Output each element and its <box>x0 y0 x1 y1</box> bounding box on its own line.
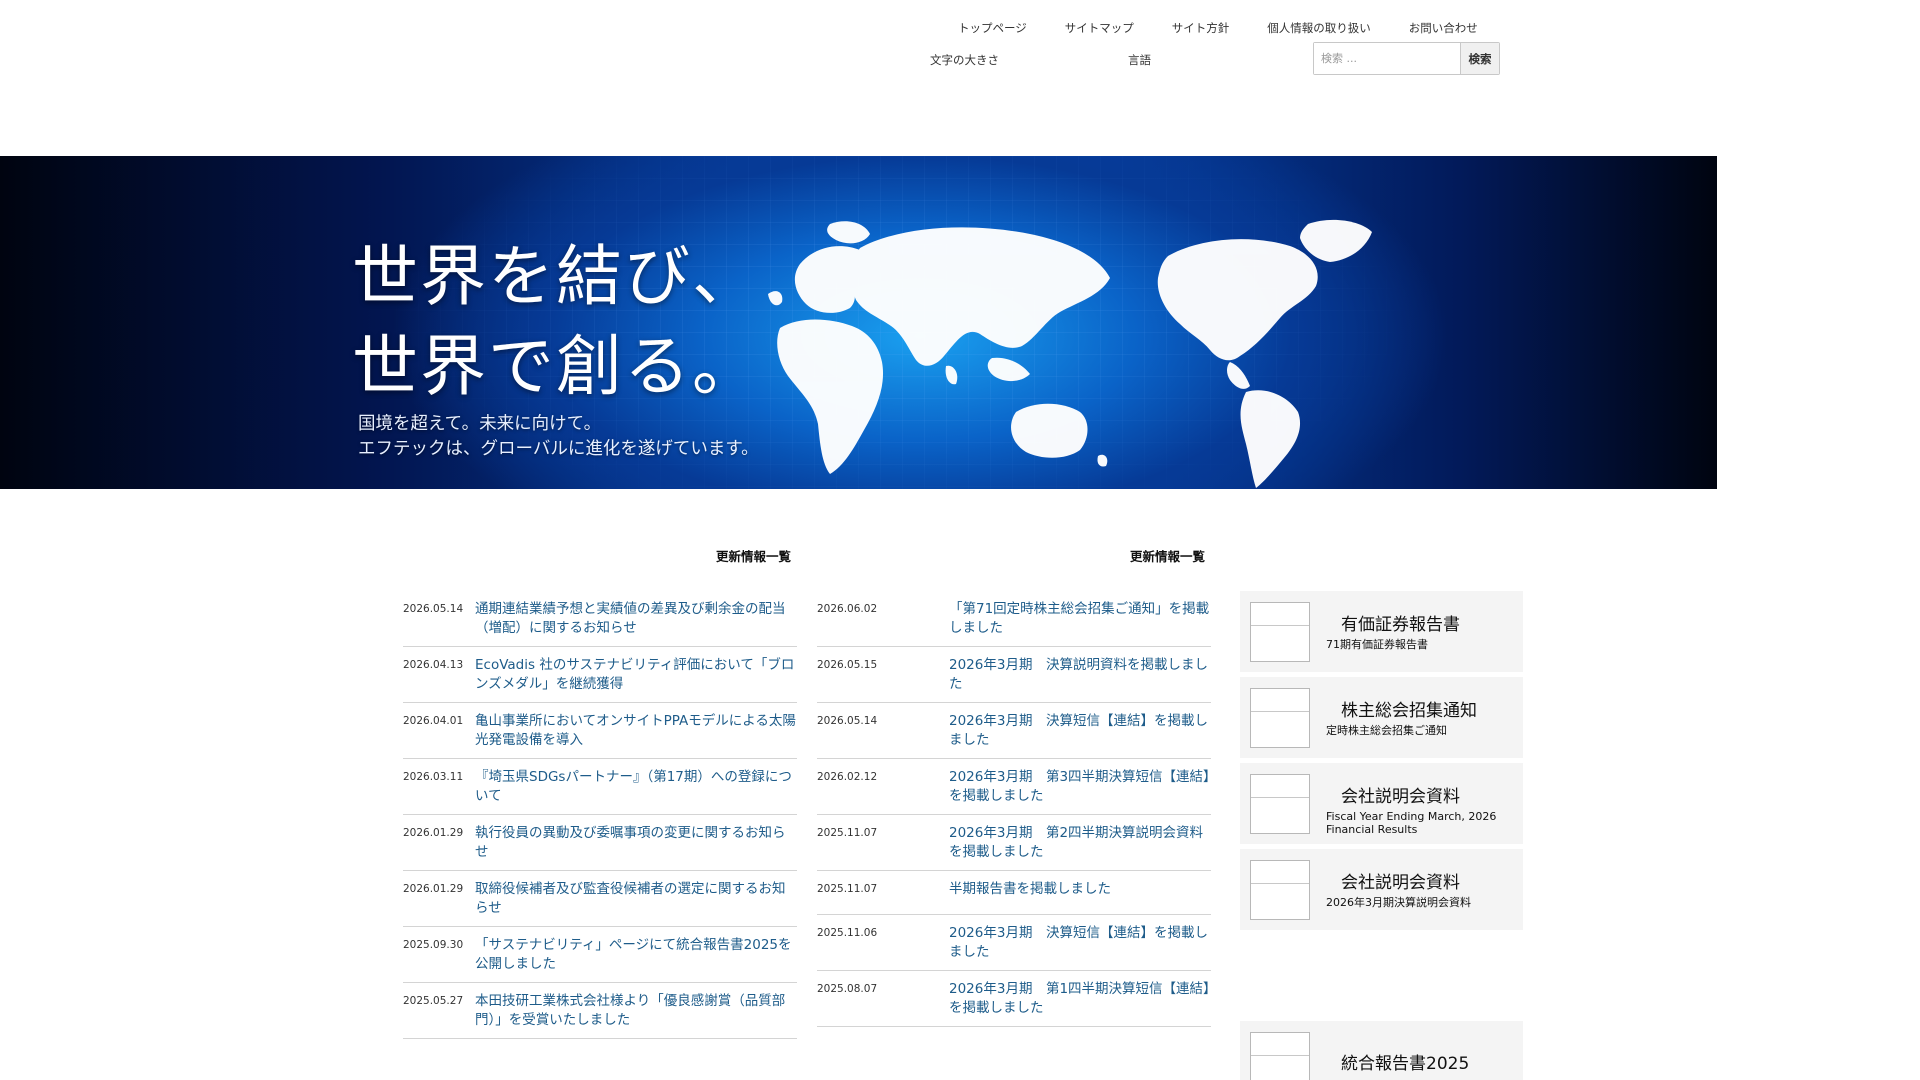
news-list-left: 2026.05.14 通期連結業績予想と実績値の差異及び剰余金の配当（増配）に関… <box>403 591 797 1039</box>
news-date: 2025.11.07 <box>817 827 878 839</box>
hero-title-line1: 世界を結び、 <box>352 238 760 315</box>
news-link[interactable]: 2026年3月期 第1四半期決算短信【連結】を掲載しました <box>949 980 1211 1026</box>
news-link[interactable]: EcoVadis 社のサステナビリティ評価において「ブロンズメダル」を継続獲得 <box>475 656 797 702</box>
news-date: 2026.04.13 <box>403 659 464 671</box>
news-link[interactable]: 「第71回定時株主総会招集ご通知」を掲載しました <box>949 600 1211 646</box>
news-left-heading[interactable]: 更新情報一覧 <box>716 546 791 565</box>
top-nav: トップページ サイトマップ サイト方針 個人情報の取り扱い お問い合わせ <box>958 20 1478 36</box>
news-link[interactable]: 「サステナビリティ」ページにて統合報告書2025を公開しました <box>475 936 797 982</box>
card-securities-report[interactable]: 有価証券報告書 71期有価証券報告書 <box>1240 591 1523 672</box>
news-date: 2025.11.07 <box>817 883 878 895</box>
news-link[interactable]: 2026年3月期 決算説明資料を掲載しました <box>949 656 1211 702</box>
news-date: 2026.05.14 <box>403 603 464 615</box>
news-item: 2025.11.06 2026年3月期 決算短信【連結】を掲載しました <box>817 915 1211 971</box>
news-date: 2026.05.15 <box>817 659 878 671</box>
card-briefing-materials-2[interactable]: 会社説明会資料 2026年3月期決算説明会資料 <box>1240 849 1523 930</box>
news-link[interactable]: 本田技研工業株式会社様より「優良感謝賞（品質部門）」を受賞いたしました <box>475 992 797 1038</box>
hero-subtitle-line1: 国境を超えて。未来に向けて。 <box>358 414 602 434</box>
hero-subtitle: 国境を超えて。未来に向けて。 エフテックは、グローバルに進化を遂げています。 <box>358 412 759 462</box>
language-label: 言語 <box>1128 53 1151 67</box>
news-item: 2026.05.15 2026年3月期 決算説明資料を掲載しました <box>817 647 1211 703</box>
world-map-image <box>768 219 1372 488</box>
news-date: 2026.01.29 <box>403 883 464 895</box>
news-link[interactable]: 2026年3月期 決算短信【連結】を掲載しました <box>949 924 1211 970</box>
news-item: 2026.04.13 EcoVadis 社のサステナビリティ評価において「ブロン… <box>403 647 797 703</box>
news-date: 2026.04.01 <box>403 715 464 727</box>
card-briefing-materials[interactable]: 会社説明会資料 Fiscal Year Ending March, 2026 F… <box>1240 763 1523 844</box>
news-link[interactable]: 亀山事業所においてオンサイトPPAモデルによる太陽光発電設備を導入 <box>475 712 797 758</box>
news-item: 2026.06.02 「第71回定時株主総会招集ご通知」を掲載しました <box>817 591 1211 647</box>
search-button[interactable]: 検索 <box>1460 43 1499 74</box>
news-item: 2026.05.14 通期連結業績予想と実績値の差異及び剰余金の配当（増配）に関… <box>403 591 797 647</box>
news-link[interactable]: 執行役員の異動及び委嘱事項の変更に関するお知らせ <box>475 824 797 870</box>
search-form: 検索 <box>1313 42 1500 75</box>
news-item: 2025.09.30 「サステナビリティ」ページにて統合報告書2025を公開しま… <box>403 927 797 983</box>
card-title: 統合報告書2025 <box>1341 1054 1470 1074</box>
nav-contact[interactable]: お問い合わせ <box>1409 20 1478 36</box>
news-item: 2025.08.07 2026年3月期 第1四半期決算短信【連結】を掲載しました <box>817 971 1211 1027</box>
news-date: 2026.02.12 <box>817 771 878 783</box>
card-title: 有価証券報告書 <box>1341 615 1460 635</box>
news-date: 2025.11.06 <box>817 927 878 939</box>
nav-sitemap[interactable]: サイトマップ <box>1065 20 1134 36</box>
card-thumbnail-image <box>1250 688 1310 748</box>
news-date: 2025.09.30 <box>403 939 464 951</box>
news-item: 2026.01.29 執行役員の異動及び委嘱事項の変更に関するお知らせ <box>403 815 797 871</box>
card-title: 会社説明会資料 <box>1341 787 1460 807</box>
news-right-heading[interactable]: 更新情報一覧 <box>1130 546 1205 565</box>
news-link[interactable]: 通期連結業績予想と実績値の差異及び剰余金の配当（増配）に関するお知らせ <box>475 600 797 646</box>
hero-title: 世界を結び、 世界で創る。 <box>352 232 760 412</box>
card-shareholders-notice[interactable]: 株主総会招集通知 定時株主総会招集ご通知 <box>1240 677 1523 758</box>
news-item: 2025.11.07 2026年3月期 第2四半期決算説明会資料を掲載しました <box>817 815 1211 871</box>
news-link[interactable]: 半期報告書を掲載しました <box>949 880 1211 914</box>
nav-privacy[interactable]: 個人情報の取り扱い <box>1267 20 1371 36</box>
card-subtitle: 定時株主総会招集ご通知 <box>1326 724 1447 737</box>
card-thumbnail-image <box>1250 602 1310 662</box>
news-item: 2025.05.27 本田技研工業株式会社様より「優良感謝賞（品質部門）」を受賞… <box>403 983 797 1039</box>
news-date: 2026.01.29 <box>403 827 464 839</box>
news-link[interactable]: 2026年3月期 決算短信【連結】を掲載しました <box>949 712 1211 758</box>
news-date: 2025.05.27 <box>403 995 464 1007</box>
news-item: 2026.01.29 取締役候補者及び監査役候補者の選定に関するお知らせ <box>403 871 797 927</box>
card-integrated-report[interactable]: 統合報告書2025 <box>1240 1021 1523 1080</box>
card-subtitle: 71期有価証券報告書 <box>1326 638 1428 651</box>
card-title: 会社説明会資料 <box>1341 873 1460 893</box>
news-list-right: 2026.06.02 「第71回定時株主総会招集ご通知」を掲載しました 2026… <box>817 591 1211 1027</box>
news-date: 2026.05.14 <box>817 715 878 727</box>
card-title: 株主総会招集通知 <box>1341 701 1477 721</box>
font-size-label: 文字の大きさ <box>930 53 999 67</box>
hero-title-line2: 世界で創る。 <box>352 328 760 405</box>
news-date: 2025.08.07 <box>817 983 878 995</box>
news-item: 2026.05.14 2026年3月期 決算短信【連結】を掲載しました <box>817 703 1211 759</box>
card-thumbnail-image <box>1250 1032 1310 1080</box>
news-date: 2026.03.11 <box>403 771 464 783</box>
news-link[interactable]: 2026年3月期 第2四半期決算説明会資料を掲載しました <box>949 824 1211 870</box>
hero-banner: 世界を結び、 世界で創る。 国境を超えて。未来に向けて。 エフテックは、グローバ… <box>0 156 1717 489</box>
nav-top-page[interactable]: トップページ <box>958 20 1027 36</box>
hero-subtitle-line2: エフテックは、グローバルに進化を遂げています。 <box>358 439 759 459</box>
news-item: 2025.11.07 半期報告書を掲載しました <box>817 871 1211 915</box>
news-link[interactable]: 2026年3月期 第3四半期決算短信【連結】を掲載しました <box>949 768 1211 814</box>
search-input[interactable] <box>1314 43 1460 74</box>
nav-site-policy[interactable]: サイト方針 <box>1172 20 1230 36</box>
news-item: 2026.04.01 亀山事業所においてオンサイトPPAモデルによる太陽光発電設… <box>403 703 797 759</box>
card-thumbnail-image <box>1250 860 1310 920</box>
news-date: 2026.06.02 <box>817 603 878 615</box>
news-item: 2026.02.12 2026年3月期 第3四半期決算短信【連結】を掲載しました <box>817 759 1211 815</box>
card-subtitle: Fiscal Year Ending March, 2026 Financial… <box>1326 810 1497 836</box>
card-thumbnail-image <box>1250 774 1310 834</box>
news-link[interactable]: 取締役候補者及び監査役候補者の選定に関するお知らせ <box>475 880 797 926</box>
news-item: 2026.03.11 『埼玉県SDGsパートナー』（第17期）への登録について <box>403 759 797 815</box>
news-link[interactable]: 『埼玉県SDGsパートナー』（第17期）への登録について <box>475 768 797 814</box>
card-subtitle: 2026年3月期決算説明会資料 <box>1326 896 1471 909</box>
